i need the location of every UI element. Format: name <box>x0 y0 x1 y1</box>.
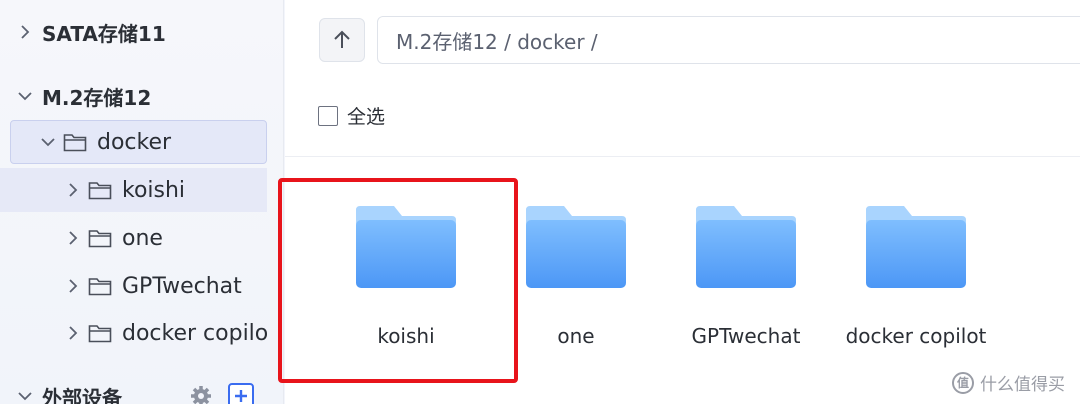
folder-icon <box>694 204 798 290</box>
select-all-label: 全选 <box>347 106 386 128</box>
folder-icon <box>524 204 628 290</box>
folder-name: docker copilot <box>845 324 987 348</box>
sidebar-item-docker[interactable]: docker <box>10 120 267 164</box>
highlight-box <box>278 178 518 383</box>
gear-icon[interactable] <box>189 384 213 404</box>
sidebar-item-m2[interactable]: M.2存储12 <box>0 74 284 118</box>
sidebar-item-label: koishi <box>122 177 186 203</box>
sidebar-item-label: SATA存储11 <box>42 21 166 46</box>
path-bar[interactable]: M.2存储12 / docker / <box>377 16 1080 64</box>
folder-outline-icon <box>88 276 112 296</box>
watermark: 值 什么值得买 <box>952 370 1065 395</box>
chevron-right-icon[interactable] <box>64 229 82 247</box>
folder-name: one <box>557 324 595 348</box>
sidebar-item-docker-copilot[interactable]: docker copilot <box>0 311 268 355</box>
sidebar-item-sata[interactable]: SATA存储11 <box>0 10 284 54</box>
chevron-right-icon[interactable] <box>64 277 82 295</box>
folder-outline-icon <box>63 132 87 152</box>
folder-outline-icon <box>88 323 112 343</box>
select-all-checkbox[interactable] <box>318 105 338 126</box>
folder-item-gptwechat[interactable]: GPTwechat <box>661 196 831 356</box>
sidebar-item-koishi[interactable]: koishi <box>0 168 267 212</box>
sidebar-item-one[interactable]: one <box>0 216 284 260</box>
sidebar: SATA存储11 M.2存储12 docker koishi one GPTwe… <box>0 0 284 404</box>
watermark-logo-icon: 值 <box>952 371 974 394</box>
select-all[interactable]: 全选 <box>318 102 385 129</box>
sidebar-item-label: M.2存储12 <box>42 85 152 110</box>
chevron-down-icon[interactable] <box>39 133 57 151</box>
folder-name: GPTwechat <box>691 324 801 348</box>
chevron-right-icon[interactable] <box>64 181 82 199</box>
folder-icon <box>864 204 968 290</box>
folder-item-docker-copilot[interactable]: docker copilot <box>831 196 1001 356</box>
chevron-right-icon[interactable] <box>64 324 82 342</box>
divider <box>285 156 1080 157</box>
sidebar-item-label: docker copilot <box>122 320 268 346</box>
folder-outline-icon <box>88 228 112 248</box>
folder-outline-icon <box>88 180 112 200</box>
sidebar-item-label: 外部设备 <box>42 385 122 404</box>
sidebar-item-gptwechat[interactable]: GPTwechat <box>0 264 284 308</box>
path-text: M.2存储12 / docker / <box>396 29 598 54</box>
sidebar-item-label: GPTwechat <box>122 273 242 299</box>
sidebar-item-label: one <box>122 225 163 251</box>
up-button[interactable] <box>319 18 365 62</box>
chevron-right-icon[interactable] <box>16 23 34 41</box>
watermark-text: 什么值得买 <box>980 375 1065 395</box>
chevron-down-icon[interactable] <box>16 387 34 404</box>
sidebar-item-label: docker <box>97 129 172 155</box>
chevron-down-icon[interactable] <box>16 87 34 105</box>
add-icon[interactable] <box>228 383 254 404</box>
arrow-up-icon <box>334 30 350 48</box>
